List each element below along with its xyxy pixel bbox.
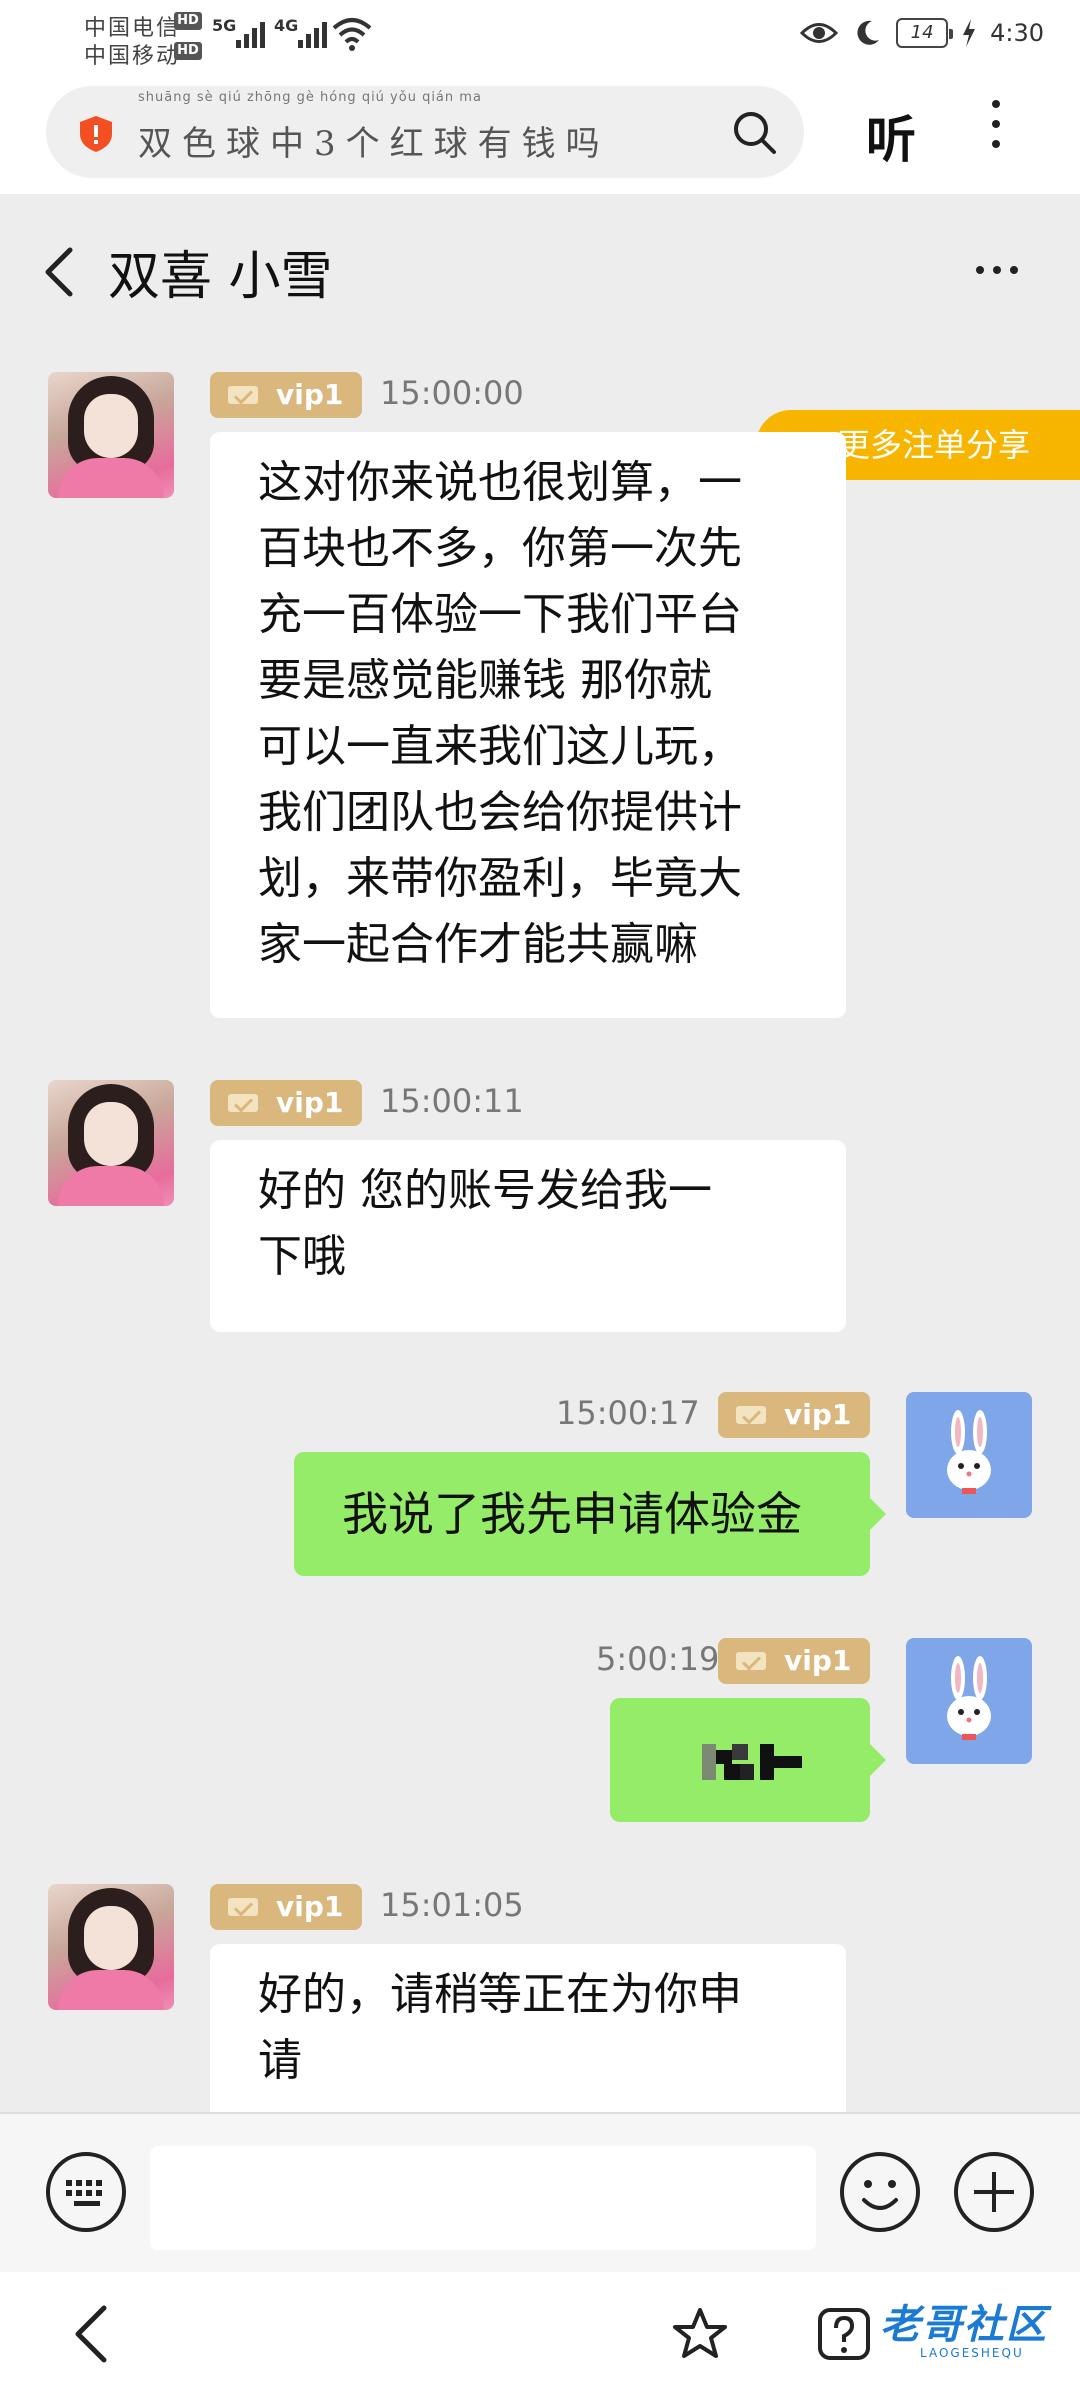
message-time: 5:00:19 — [596, 1640, 720, 1678]
star-icon[interactable] — [672, 2306, 728, 2362]
hd-badge-2: HD — [174, 42, 202, 60]
message-time: 15:00:17 — [556, 1394, 700, 1432]
navigation-bar: 老哥社区 LAOGESHEQU — [0, 2272, 1080, 2400]
charging-icon — [963, 19, 976, 47]
message-bubble[interactable]: 我说了我先申请体验金 — [294, 1452, 886, 1576]
emoji-icon[interactable] — [838, 2150, 922, 2234]
avatar[interactable] — [48, 372, 174, 498]
message-line: 这对你来说也很划算，一 — [258, 457, 742, 508]
hd-badge-1: HD — [174, 12, 202, 30]
vip-badge: vip1 — [718, 1638, 870, 1684]
message-line: 下哦 — [258, 1231, 346, 1282]
vip-badge: vip1 — [210, 1884, 362, 1930]
network-type-1: 5G — [212, 16, 237, 35]
vip-badge: vip1 — [210, 1080, 362, 1126]
message-bubble[interactable] — [610, 1698, 886, 1822]
battery-icon: 14 — [896, 18, 954, 48]
message-line: 好的，请稍等正在为你申 — [258, 1969, 742, 2020]
message-line: 我们团队也会给你提供计 — [258, 787, 742, 838]
input-bar — [0, 2112, 1080, 2272]
shield-icon — [80, 116, 112, 152]
rabbit-icon — [947, 1656, 991, 1740]
message-time: 15:00:00 — [380, 374, 524, 412]
avatar[interactable] — [48, 1080, 174, 1206]
vip-label: vip1 — [784, 1398, 852, 1431]
search-query: 双色球中3个红球有钱吗 — [138, 124, 610, 164]
message-line: 充一百体验一下我们平台 — [258, 589, 742, 640]
message-line: 请 — [258, 2035, 302, 2086]
search-icon[interactable] — [732, 110, 778, 156]
vip-badge: vip1 — [210, 372, 362, 418]
moon-icon — [857, 20, 880, 45]
watermark-subtext: LAOGESHEQU — [920, 2346, 1024, 2360]
message-bubble[interactable]: 好的，请稍等正在为你申 请 — [210, 1944, 846, 2112]
clock: 4:30 — [990, 19, 1044, 47]
chat-title: 双喜 小雪 — [108, 247, 333, 307]
vip-icon — [228, 1094, 258, 1112]
message-line: 好的 您的账号发给我一 — [258, 1165, 712, 1216]
signal-icon-2 — [298, 18, 327, 48]
help-icon[interactable] — [816, 2306, 872, 2362]
message-line: 百块也不多，你第一次先 — [258, 523, 742, 574]
share-label: 更多注单分享 — [838, 426, 1031, 464]
redacted-content — [702, 1744, 802, 1780]
status-bar: 中国电信 中国移动 HD HD 5G 4G 14 4:30 — [0, 0, 1080, 72]
message-input[interactable] — [150, 2146, 816, 2250]
message-time: 15:00:11 — [380, 1082, 524, 1120]
message-line: 家一起合作才能共赢嘛 — [258, 919, 698, 970]
eye-icon — [800, 23, 839, 43]
message-line: 要是感觉能赚钱 那你就 — [258, 655, 712, 706]
search-box[interactable]: shuāng sè qiú zhōng gè hóng qiú yǒu qián… — [46, 86, 804, 178]
message-line: 可以一直来我们这儿玩， — [258, 721, 742, 772]
vip-icon — [736, 1652, 766, 1670]
message-line: 划，来带你盈利，毕竟大 — [258, 853, 742, 904]
avatar[interactable] — [906, 1638, 1032, 1764]
avatar[interactable] — [906, 1392, 1032, 1518]
plus-icon[interactable] — [952, 2150, 1036, 2234]
message-bubble[interactable]: 这对你来说也很划算，一 百块也不多，你第一次先 充一百体验一下我们平台 要是感觉… — [210, 432, 846, 1018]
chevron-left-icon[interactable] — [40, 244, 76, 300]
carrier-name-2: 中国移动 — [84, 44, 181, 69]
vip-icon — [736, 1406, 766, 1424]
more-vertical-icon[interactable] — [990, 100, 1002, 156]
vip-label: vip1 — [276, 378, 344, 411]
message-line: 我说了我先申请体验金 — [342, 1487, 802, 1541]
vip-label: vip1 — [784, 1644, 852, 1677]
message-time: 15:01:05 — [380, 1886, 524, 1924]
more-horizontal-icon[interactable] — [976, 266, 1018, 274]
watermark-logo: 老哥社区 — [880, 2302, 1048, 2348]
wifi-icon — [332, 18, 372, 51]
message-bubble[interactable]: 好的 您的账号发给我一 下哦 — [210, 1140, 846, 1332]
back-icon[interactable] — [70, 2302, 110, 2366]
search-pinyin: shuāng sè qiú zhōng gè hóng qiú yǒu qián… — [138, 90, 482, 105]
listen-button[interactable]: 听 — [866, 100, 916, 172]
vip-badge: vip1 — [718, 1392, 870, 1438]
signal-icon-1 — [236, 18, 265, 48]
vip-label: vip1 — [276, 1890, 344, 1923]
rabbit-icon — [947, 1410, 991, 1494]
search-bar: shuāng sè qiú zhōng gè hóng qiú yǒu qián… — [0, 72, 1080, 194]
network-type-2: 4G — [274, 16, 299, 35]
vip-label: vip1 — [276, 1086, 344, 1119]
vip-icon — [228, 386, 258, 404]
vip-icon — [228, 1898, 258, 1916]
keyboard-icon[interactable] — [44, 2150, 128, 2234]
chat-header: 双喜 小雪 — [0, 194, 1080, 350]
avatar[interactable] — [48, 1884, 174, 2010]
status-icons: 14 4:30 — [800, 18, 1044, 48]
